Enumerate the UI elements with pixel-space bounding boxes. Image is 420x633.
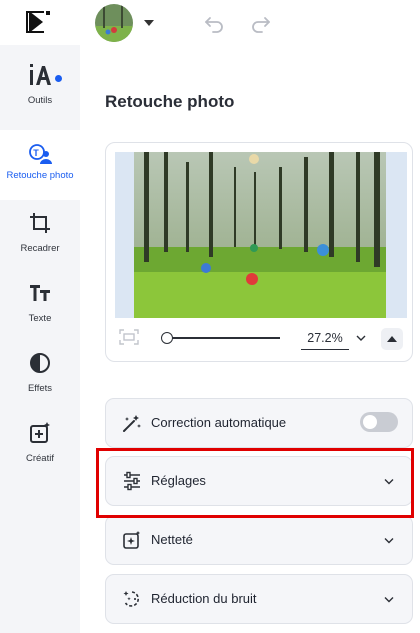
preview-photo [134,152,386,318]
auto-correction-toggle[interactable] [360,412,398,432]
sidebar-item-label: Retouche photo [6,170,74,181]
text-icon [30,285,50,301]
page-title: Retouche photo [105,92,235,111]
zoom-slider-track[interactable] [166,337,280,339]
svg-text:T: T [33,148,39,158]
magic-wand-icon [123,415,141,432]
denoise-icon [123,591,139,607]
left-sidebar: Outils T Retouche photo Recadrer Texte E… [0,45,80,633]
sliders-icon [124,471,140,491]
zoom-slider-handle[interactable] [161,332,173,344]
sharpness-icon [123,531,140,549]
zoom-level[interactable]: 27.2% [301,331,349,350]
feature-reduction-bruit[interactable]: Réduction du bruit [105,574,413,624]
top-bar [0,0,420,45]
sidebar-item-effets[interactable]: Effets [0,341,80,411]
retouch-icon: T [29,144,52,164]
collapse-preview-button[interactable] [381,328,403,350]
feature-label: Réduction du bruit [151,591,257,606]
profile-menu[interactable] [95,3,154,43]
feature-nettete[interactable]: Netteté [105,515,413,565]
feature-label: Netteté [151,532,193,547]
app-logo-icon[interactable] [24,9,52,35]
image-canvas[interactable] [115,152,407,318]
retouch-panel: Retouche photo 27.2% Correction automati… [80,45,420,633]
chevron-down-icon[interactable] [384,596,394,603]
crop-icon [30,213,50,233]
image-preview-card: 27.2% [105,142,413,362]
undo-icon[interactable] [203,11,225,33]
sidebar-item-label: Texte [28,313,52,324]
feature-label: Réglages [151,473,206,488]
sidebar-item-outils[interactable]: Outils [0,53,80,123]
fit-to-screen-icon[interactable] [119,329,139,345]
sidebar-item-label: Recadrer [20,243,60,254]
chevron-down-icon[interactable] [384,478,394,485]
creative-icon [30,422,50,443]
sidebar-item-label: Outils [27,95,53,106]
sidebar-item-recadrer[interactable]: Recadrer [0,201,80,271]
feature-auto-correction[interactable]: Correction automatique [105,398,413,448]
ai-icon [30,64,51,85]
sidebar-item-texte[interactable]: Texte [0,271,80,341]
effects-icon [30,353,50,373]
sidebar-item-retouche-photo[interactable]: T Retouche photo [0,130,80,200]
chevron-down-icon[interactable] [144,20,154,26]
feature-reglages[interactable]: Réglages [105,456,413,506]
zoom-chevron-down-icon[interactable] [356,334,366,342]
feature-label: Correction automatique [151,415,287,430]
notification-dot [55,75,62,82]
sidebar-item-label: Effets [27,383,53,394]
redo-icon[interactable] [250,11,272,33]
avatar[interactable] [95,4,133,42]
sidebar-item-creatif[interactable]: Créatif [0,411,80,481]
chevron-down-icon[interactable] [384,537,394,544]
sidebar-item-label: Créatif [26,453,54,464]
